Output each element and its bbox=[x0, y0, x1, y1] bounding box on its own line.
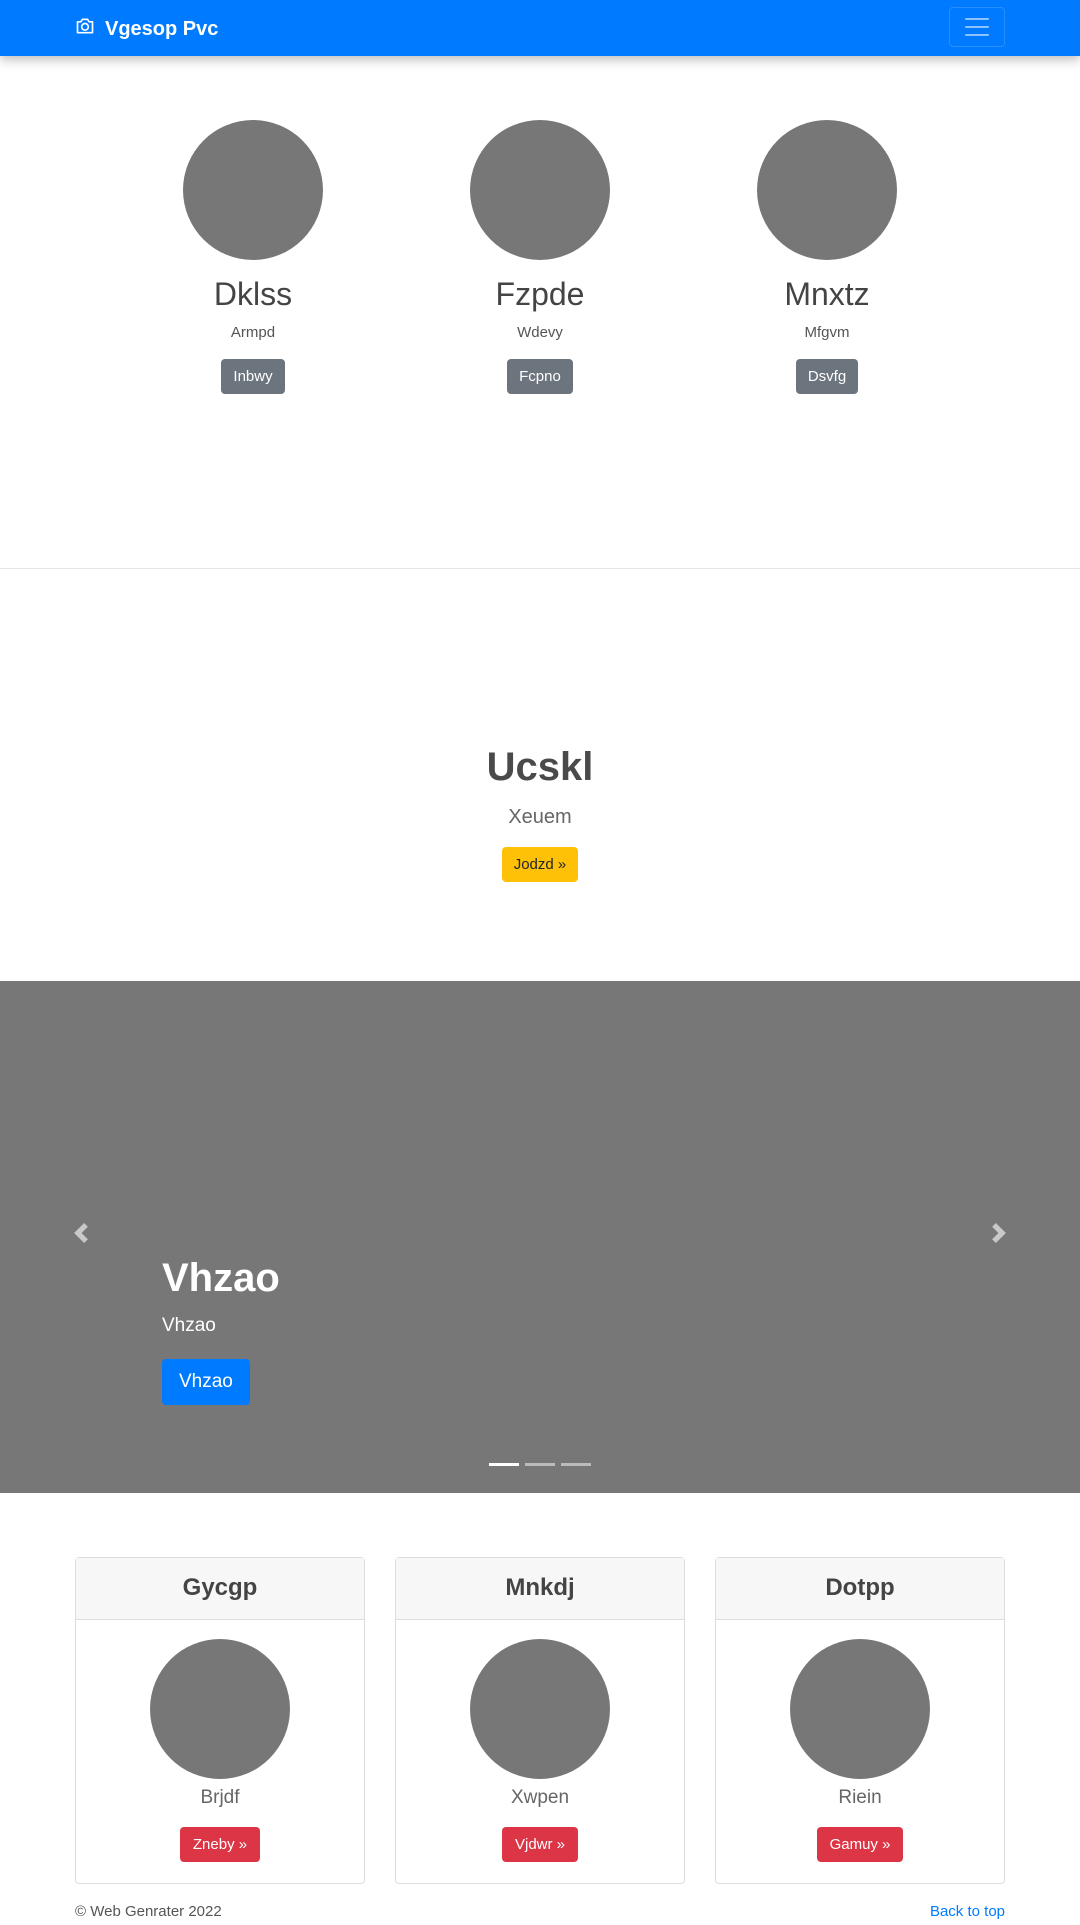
team-member: Fzpde Wdevy Fcpno bbox=[420, 120, 660, 394]
carousel-indicator[interactable] bbox=[489, 1463, 519, 1466]
hamburger-menu-icon bbox=[965, 18, 989, 36]
card-image-placeholder bbox=[470, 1639, 610, 1779]
carousel-title: Vhzao bbox=[162, 1256, 280, 1300]
carousel-indicator[interactable] bbox=[561, 1463, 591, 1466]
card-description: Riein bbox=[838, 1787, 882, 1808]
section-divider bbox=[0, 568, 1080, 569]
chevron-left-icon bbox=[74, 1223, 88, 1243]
footer-copyright: © Web Genrater 2022 bbox=[75, 1903, 222, 1920]
team-section: Dklss Armpd Inbwy Fzpde Wdevy Fcpno Mnxt… bbox=[0, 120, 1080, 400]
back-to-top-link[interactable]: Back to top bbox=[930, 1903, 1005, 1920]
member-role: Wdevy bbox=[517, 324, 563, 341]
member-name: Mnxtz bbox=[784, 276, 870, 312]
member-name: Dklss bbox=[213, 276, 293, 312]
hero-title: Ucskl bbox=[486, 745, 594, 789]
carousel-caption: Vhzao Vhzao Vhzao bbox=[162, 1256, 280, 1405]
card-button[interactable]: Vjdwr » bbox=[501, 1827, 579, 1862]
brand-label: Vgesop Pvc bbox=[105, 17, 219, 40]
avatar-placeholder bbox=[470, 120, 610, 260]
carousel-button[interactable]: Vhzao bbox=[162, 1359, 250, 1405]
avatar-placeholder bbox=[757, 120, 897, 260]
card: Gycgp Brjdf Zneby » bbox=[75, 1557, 365, 1884]
card: Dotpp Riein Gamuy » bbox=[715, 1557, 1005, 1884]
avatar-placeholder bbox=[183, 120, 323, 260]
hero-section: Ucskl Xeuem Jodzd » bbox=[0, 745, 1080, 882]
card: Mnkdj Xwpen Vjdwr » bbox=[395, 1557, 685, 1884]
card-image-placeholder bbox=[790, 1639, 930, 1779]
carousel-indicators bbox=[489, 1463, 591, 1466]
member-button[interactable]: Dsvfg bbox=[795, 359, 859, 394]
cards-section: Gycgp Brjdf Zneby » Mnkdj Xwpen Vjdwr » … bbox=[75, 1557, 1005, 1884]
carousel-next-button[interactable] bbox=[984, 1217, 1014, 1247]
camera-icon bbox=[75, 16, 95, 42]
carousel-indicator[interactable] bbox=[525, 1463, 555, 1466]
chevron-right-icon bbox=[992, 1223, 1006, 1243]
member-role: Mfgvm bbox=[804, 324, 850, 341]
team-member: Mnxtz Mfgvm Dsvfg bbox=[707, 120, 947, 394]
carousel-subtitle: Vhzao bbox=[162, 1315, 216, 1336]
card-image-placeholder bbox=[150, 1639, 290, 1779]
card-button[interactable]: Gamuy » bbox=[816, 1827, 904, 1862]
member-role: Armpd bbox=[230, 324, 276, 341]
carousel-prev-button[interactable] bbox=[66, 1217, 96, 1247]
hero-button[interactable]: Jodzd » bbox=[501, 847, 579, 882]
card-button[interactable]: Zneby » bbox=[179, 1827, 261, 1862]
card-description: Xwpen bbox=[510, 1787, 570, 1808]
hero-lead: Xeuem bbox=[508, 806, 572, 828]
carousel: Vhzao Vhzao Vhzao bbox=[0, 981, 1080, 1493]
member-name: Fzpde bbox=[495, 276, 585, 312]
navbar: Vgesop Pvc bbox=[0, 0, 1080, 56]
card-header: Dotpp bbox=[716, 1558, 1004, 1620]
member-button[interactable]: Inbwy bbox=[221, 359, 285, 394]
card-description: Brjdf bbox=[200, 1787, 240, 1808]
card-header: Mnkdj bbox=[396, 1558, 684, 1620]
team-member: Dklss Armpd Inbwy bbox=[133, 120, 373, 394]
card-header: Gycgp bbox=[76, 1558, 364, 1620]
member-button[interactable]: Fcpno bbox=[507, 359, 573, 394]
navbar-brand[interactable]: Vgesop Pvc bbox=[75, 16, 218, 42]
navbar-toggler-button[interactable] bbox=[949, 7, 1005, 47]
